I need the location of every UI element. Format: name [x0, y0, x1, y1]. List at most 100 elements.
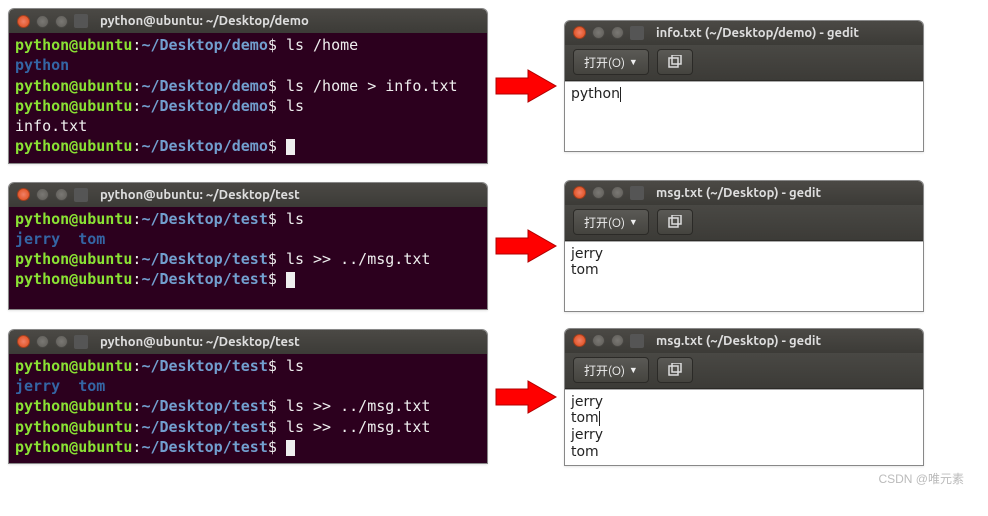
gedit-app-icon [630, 26, 644, 40]
open-button[interactable]: 打开(O) ▼ [573, 49, 649, 75]
prompt-user: python@ubuntu [15, 270, 132, 288]
minimize-icon[interactable] [36, 188, 49, 201]
window-titlebar[interactable]: msg.txt (~/Desktop) - gedit [565, 181, 923, 205]
maximize-icon[interactable] [55, 335, 68, 348]
window-title-text: msg.txt (~/Desktop) - gedit [656, 186, 821, 200]
prompt-user: python@ubuntu [15, 210, 132, 228]
close-icon[interactable] [17, 15, 30, 28]
text-cursor [599, 411, 600, 426]
chevron-down-icon: ▼ [629, 365, 638, 375]
terminal-app-icon [74, 14, 88, 28]
prompt-path: ~/Desktop/test [141, 438, 267, 456]
minimize-icon[interactable] [592, 26, 605, 39]
prompt-path: ~/Desktop/test [141, 357, 267, 375]
terminal-cursor [286, 272, 295, 288]
open-button-label: 打开(O) [584, 54, 625, 71]
chevron-down-icon: ▼ [629, 217, 638, 227]
window-title-text: info.txt (~/Desktop/demo) - gedit [656, 26, 859, 40]
terminal-window: python@ubuntu: ~/Desktop/test python@ubun… [8, 329, 488, 464]
terminal-body[interactable]: python@ubuntu:~/Desktop/test$ ls jerry t… [9, 207, 487, 309]
command-text: ls /home > info.txt [286, 77, 458, 95]
terminal-app-icon [74, 335, 88, 349]
arrow-icon [488, 68, 564, 104]
example-row: python@ubuntu: ~/Desktop/demo python@ubun… [8, 8, 980, 164]
maximize-icon[interactable] [55, 188, 68, 201]
window-title-text: msg.txt (~/Desktop) - gedit [656, 334, 821, 348]
terminal-cursor [286, 139, 295, 155]
terminal-output: python [15, 56, 69, 74]
window-titlebar[interactable]: python@ubuntu: ~/Desktop/demo [9, 9, 487, 33]
new-tab-button[interactable] [657, 357, 693, 383]
terminal-body[interactable]: python@ubuntu:~/Desktop/demo$ ls /home p… [9, 33, 487, 163]
example-row: python@ubuntu: ~/Desktop/test python@ubun… [8, 328, 980, 466]
new-tab-icon [668, 215, 682, 229]
command-text: ls [286, 210, 304, 228]
prompt-user: python@ubuntu [15, 357, 132, 375]
close-icon[interactable] [17, 335, 30, 348]
prompt-user: python@ubuntu [15, 36, 132, 54]
new-tab-button[interactable] [657, 49, 693, 75]
open-button[interactable]: 打开(O)▼ [573, 357, 649, 383]
gedit-editor-body[interactable]: python [565, 81, 923, 151]
maximize-icon[interactable] [611, 26, 624, 39]
minimize-icon[interactable] [36, 335, 49, 348]
prompt-user: python@ubuntu [15, 418, 132, 436]
close-icon[interactable] [573, 334, 586, 347]
prompt-path: ~/Desktop/demo [141, 97, 267, 115]
command-text: ls >> ../msg.txt [286, 418, 431, 436]
window-title-text: python@ubuntu: ~/Desktop/test [100, 188, 300, 202]
minimize-icon[interactable] [592, 334, 605, 347]
prompt-user: python@ubuntu [15, 97, 132, 115]
gedit-app-icon [630, 334, 644, 348]
chevron-down-icon: ▼ [629, 57, 638, 67]
maximize-icon[interactable] [611, 334, 624, 347]
window-title-text: python@ubuntu: ~/Desktop/demo [100, 14, 309, 28]
window-titlebar[interactable]: msg.txt (~/Desktop) - gedit [565, 329, 923, 353]
gedit-editor-body[interactable]: jerry tom jerry tom [565, 389, 923, 465]
text-cursor [620, 87, 621, 102]
command-text: ls [286, 357, 304, 375]
watermark-text: CSDN @唯元素 [8, 470, 980, 487]
gedit-editor-body[interactable]: jerry tom [565, 241, 923, 311]
example-row: python@ubuntu: ~/Desktop/test python@ubun… [8, 180, 980, 312]
window-titlebar[interactable]: python@ubuntu: ~/Desktop/test [9, 330, 487, 354]
prompt-path: ~/Desktop/test [141, 210, 267, 228]
command-text: ls >> ../msg.txt [286, 250, 431, 268]
window-titlebar[interactable]: info.txt (~/Desktop/demo) - gedit [565, 21, 923, 45]
prompt-user: python@ubuntu [15, 438, 132, 456]
gedit-toolbar: 打开(O) ▼ [565, 45, 923, 81]
gedit-window: info.txt (~/Desktop/demo) - gedit 打开(O) ▼ p… [564, 20, 924, 152]
gedit-window: msg.txt (~/Desktop) - gedit 打开(O)▼ jerry t… [564, 328, 924, 466]
command-text: ls >> ../msg.txt [286, 397, 431, 415]
terminal-output: jerry tom [15, 230, 105, 248]
maximize-icon[interactable] [55, 15, 68, 28]
terminal-output: jerry tom [15, 377, 105, 395]
minimize-icon[interactable] [36, 15, 49, 28]
maximize-icon[interactable] [611, 186, 624, 199]
terminal-body[interactable]: python@ubuntu:~/Desktop/test$ ls jerry t… [9, 354, 487, 463]
prompt-path: ~/Desktop/test [141, 418, 267, 436]
prompt-path: ~/Desktop/demo [141, 77, 267, 95]
close-icon[interactable] [573, 186, 586, 199]
terminal-output: info.txt [15, 117, 87, 135]
prompt-path: ~/Desktop/test [141, 397, 267, 415]
terminal-window: python@ubuntu: ~/Desktop/demo python@ubun… [8, 8, 488, 164]
arrow-icon [488, 379, 564, 415]
minimize-icon[interactable] [592, 186, 605, 199]
window-title-text: python@ubuntu: ~/Desktop/test [100, 335, 300, 349]
command-text: ls /home [286, 36, 358, 54]
window-titlebar[interactable]: python@ubuntu: ~/Desktop/test [9, 183, 487, 207]
gedit-window: msg.txt (~/Desktop) - gedit 打开(O)▼ jerry t… [564, 180, 924, 312]
new-tab-button[interactable] [657, 209, 693, 235]
close-icon[interactable] [17, 188, 30, 201]
terminal-cursor [286, 440, 295, 456]
open-button[interactable]: 打开(O)▼ [573, 209, 649, 235]
close-icon[interactable] [573, 26, 586, 39]
new-tab-icon [668, 363, 682, 377]
terminal-app-icon [74, 188, 88, 202]
prompt-user: python@ubuntu [15, 77, 132, 95]
prompt-path: ~/Desktop/demo [141, 137, 267, 155]
new-tab-icon [668, 55, 682, 69]
prompt-user: python@ubuntu [15, 397, 132, 415]
prompt-user: python@ubuntu [15, 137, 132, 155]
